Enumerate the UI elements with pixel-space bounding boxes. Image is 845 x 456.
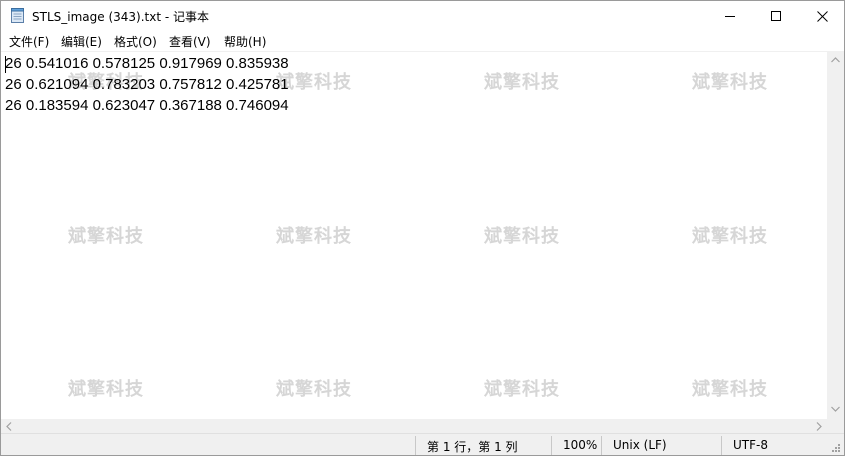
watermark: 斌擎科技 (484, 226, 560, 247)
vertical-scrollbar[interactable] (827, 51, 844, 419)
scroll-left-arrow-icon[interactable] (6, 422, 12, 431)
minimize-icon (725, 16, 735, 17)
menu-view[interactable]: 查看(V) (167, 33, 213, 50)
watermark: 斌擎科技 (692, 379, 768, 400)
text-caret (5, 56, 6, 73)
close-icon (816, 10, 828, 22)
watermark: 斌擎科技 (68, 379, 144, 400)
watermark: 斌擎科技 (692, 226, 768, 247)
line-ending: Unix (LF) (613, 438, 667, 452)
menu-edit[interactable]: 编辑(E) (59, 33, 104, 50)
status-divider (551, 436, 552, 455)
watermark: 斌擎科技 (276, 226, 352, 247)
watermark: 斌擎科技 (692, 72, 768, 93)
menu-bar: 文件(F) 编辑(E) 格式(O) 查看(V) 帮助(H) (1, 31, 844, 51)
scroll-right-arrow-icon[interactable] (816, 422, 822, 431)
scroll-down-arrow-icon[interactable] (831, 406, 840, 412)
maximize-icon (771, 11, 781, 21)
scroll-up-arrow-icon[interactable] (831, 57, 840, 63)
cursor-position: 第 1 行，第 1 列 (427, 440, 518, 454)
text-line: 26 0.183594 0.623047 0.367188 0.746094 (5, 97, 289, 114)
text-line: 26 0.621094 0.783203 0.757812 0.425781 (5, 76, 289, 93)
horizontal-scrollbar[interactable] (1, 419, 827, 433)
menu-file[interactable]: 文件(F) (7, 33, 51, 50)
watermark: 斌擎科技 (484, 72, 560, 93)
status-divider (415, 436, 416, 455)
status-divider (721, 436, 722, 455)
notepad-window: STLS_image (343).txt - 记事本 文件(F) 编辑(E) 格… (0, 0, 845, 456)
status-bar: 第 1 行，第 1 列 100% Unix (LF) UTF-8 (1, 433, 844, 455)
menu-help[interactable]: 帮助(H) (222, 33, 268, 50)
text-editor[interactable]: 斌擎科技 斌擎科技 斌擎科技 斌擎科技 斌擎科技 斌擎科技 斌擎科技 斌擎科技 … (1, 51, 827, 420)
maximize-button[interactable] (753, 1, 799, 31)
close-button[interactable] (799, 1, 844, 31)
title-bar[interactable]: STLS_image (343).txt - 记事本 (1, 1, 844, 31)
resize-grip-icon[interactable] (831, 443, 841, 453)
watermark: 斌擎科技 (484, 379, 560, 400)
zoom-level: 100% (563, 438, 598, 452)
scroll-corner (827, 419, 844, 433)
menu-format[interactable]: 格式(O) (112, 33, 159, 50)
watermark: 斌擎科技 (68, 226, 144, 247)
encoding: UTF-8 (733, 438, 768, 452)
window-title: STLS_image (343).txt - 记事本 (32, 10, 209, 24)
status-divider (601, 436, 602, 455)
watermark: 斌擎科技 (276, 379, 352, 400)
notepad-icon (11, 8, 24, 23)
text-line: 26 0.541016 0.578125 0.917969 0.835938 (5, 55, 289, 72)
minimize-button[interactable] (707, 1, 753, 31)
